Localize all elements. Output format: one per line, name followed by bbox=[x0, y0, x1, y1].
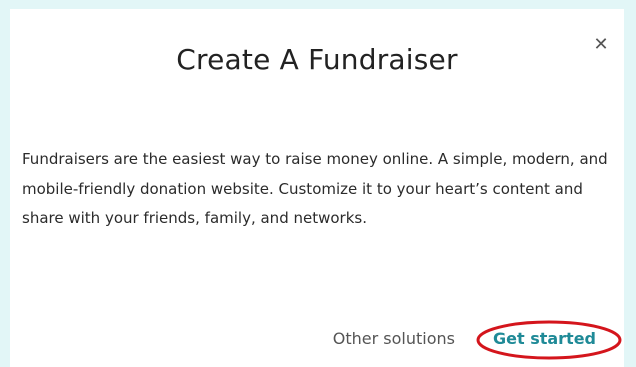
get-started-wrapper: Get started bbox=[476, 320, 622, 360]
dialog-description: Fundraisers are the easiest way to raise… bbox=[22, 150, 608, 227]
dialog-title: Create A Fundraiser bbox=[176, 43, 458, 76]
other-solutions-button[interactable]: Other solutions bbox=[323, 323, 465, 354]
close-icon: ✕ bbox=[593, 33, 609, 55]
get-started-button[interactable]: Get started bbox=[493, 329, 596, 348]
dialog-footer: Other solutions Get started bbox=[323, 320, 622, 360]
close-button[interactable]: ✕ bbox=[590, 33, 612, 55]
create-fundraiser-dialog: Create A Fundraiser ✕ Fundraisers are th… bbox=[10, 9, 624, 367]
